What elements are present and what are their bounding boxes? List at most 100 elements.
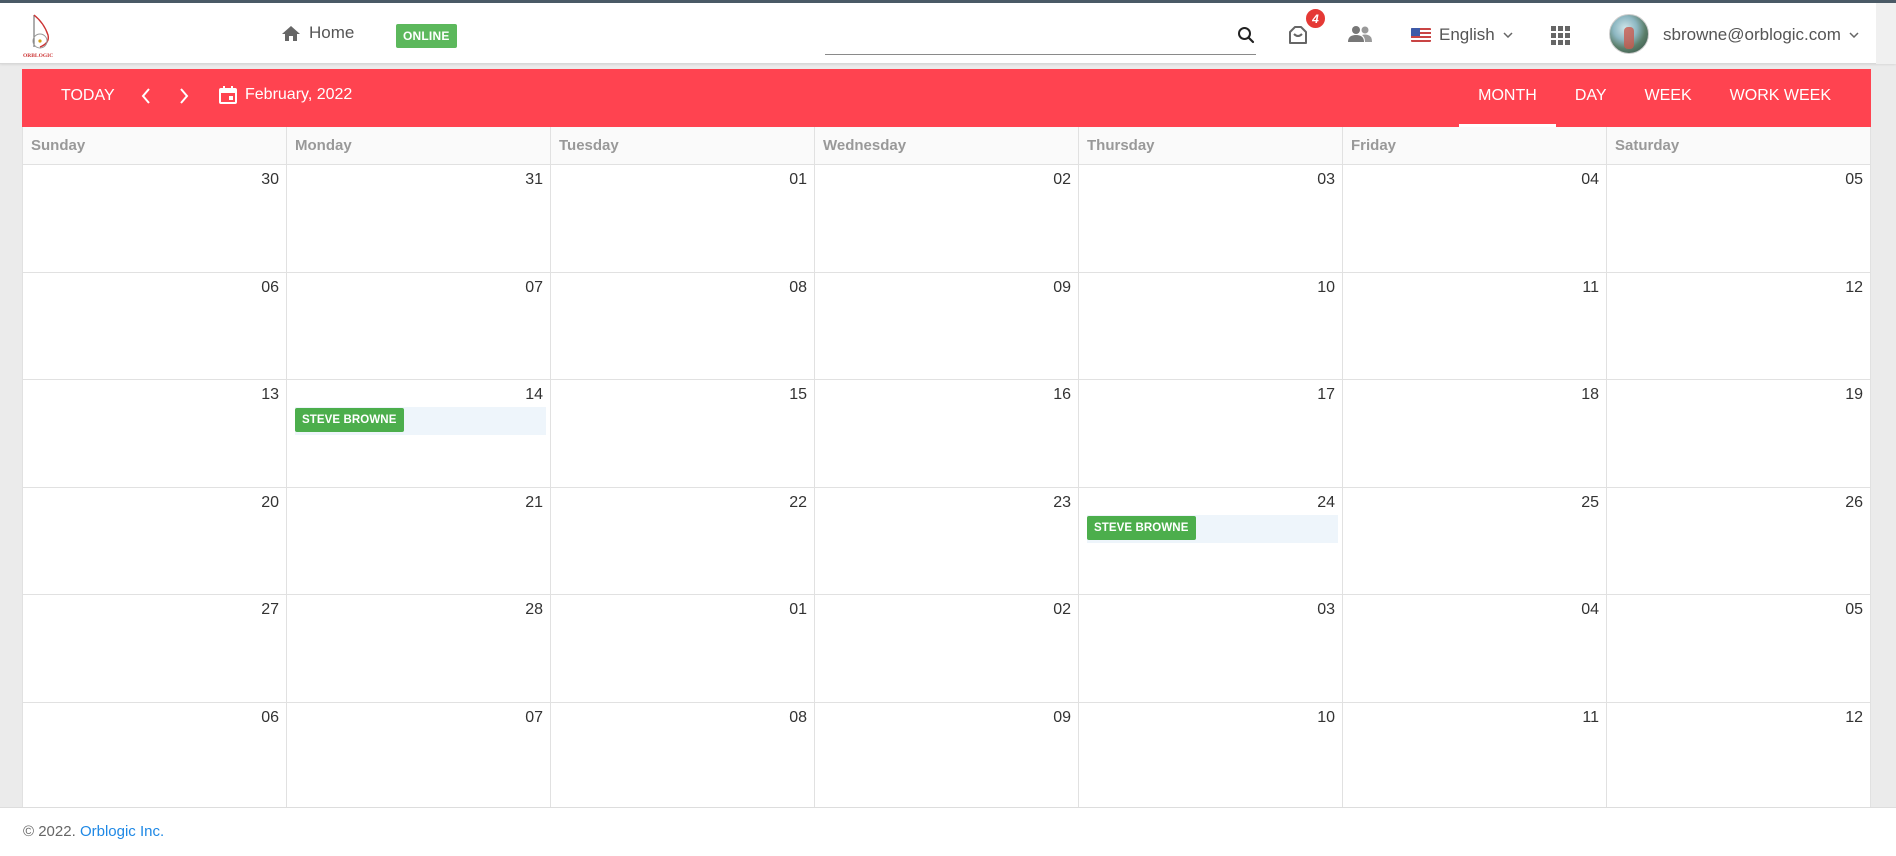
day-cell[interactable]: 20 (23, 487, 287, 595)
day-cell[interactable]: 10 (1079, 272, 1343, 380)
day-number[interactable]: 07 (525, 709, 543, 727)
prev-button[interactable] (141, 87, 151, 110)
today-button[interactable]: TODAY (61, 87, 115, 105)
date-picker-button[interactable]: February, 2022 (219, 86, 352, 104)
day-cell[interactable]: 16 (815, 380, 1079, 488)
day-cell[interactable]: 19 (1607, 380, 1871, 488)
day-number[interactable]: 10 (1317, 279, 1335, 297)
search-icon[interactable] (1237, 26, 1255, 49)
day-cell[interactable]: 08 (551, 702, 815, 810)
day-number[interactable]: 26 (1845, 494, 1863, 512)
day-cell[interactable]: 08 (551, 272, 815, 380)
home-link[interactable]: Home (281, 23, 354, 43)
day-cell[interactable]: 18 (1343, 380, 1607, 488)
day-number[interactable]: 27 (261, 601, 279, 619)
day-cell[interactable]: 12 (1607, 702, 1871, 810)
day-number[interactable]: 18 (1581, 386, 1599, 404)
next-button[interactable] (179, 87, 189, 110)
day-number[interactable]: 07 (525, 279, 543, 297)
day-number[interactable]: 04 (1581, 601, 1599, 619)
day-number[interactable]: 10 (1317, 709, 1335, 727)
day-number[interactable]: 31 (525, 171, 543, 189)
people-icon[interactable] (1347, 25, 1373, 48)
day-number[interactable]: 24 (1317, 494, 1335, 512)
day-number[interactable]: 06 (261, 709, 279, 727)
day-number[interactable]: 16 (1053, 386, 1071, 404)
day-cell[interactable]: 07 (287, 702, 551, 810)
day-cell[interactable]: 31 (287, 165, 551, 273)
day-number[interactable]: 12 (1845, 709, 1863, 727)
day-number[interactable]: 09 (1053, 709, 1071, 727)
day-cell[interactable]: 03 (1079, 165, 1343, 273)
day-cell[interactable]: 21 (287, 487, 551, 595)
day-number[interactable]: 08 (789, 709, 807, 727)
day-cell[interactable]: 17 (1079, 380, 1343, 488)
day-cell[interactable]: 04 (1343, 595, 1607, 703)
day-cell[interactable]: 07 (287, 272, 551, 380)
day-cell[interactable]: 06 (23, 272, 287, 380)
day-number[interactable]: 08 (789, 279, 807, 297)
day-number[interactable]: 05 (1845, 171, 1863, 189)
day-number[interactable]: 28 (525, 601, 543, 619)
day-cell[interactable]: 01 (551, 165, 815, 273)
day-number[interactable]: 01 (789, 601, 807, 619)
day-cell[interactable]: 11 (1343, 702, 1607, 810)
avatar[interactable] (1609, 14, 1649, 54)
view-day-tab[interactable]: DAY (1556, 69, 1626, 127)
orblogic-logo[interactable]: ORBLOGIC (22, 11, 62, 59)
day-number[interactable]: 05 (1845, 601, 1863, 619)
day-cell[interactable]: 11 (1343, 272, 1607, 380)
calendar-event[interactable]: STEVE BROWNE (1087, 515, 1196, 540)
day-cell[interactable]: 12 (1607, 272, 1871, 380)
language-selector[interactable]: English (1411, 25, 1513, 45)
day-cell[interactable]: 03 (1079, 595, 1343, 703)
day-cell[interactable]: 15 (551, 380, 815, 488)
day-number[interactable]: 12 (1845, 279, 1863, 297)
day-cell[interactable]: 14 STEVE BROWNE (287, 380, 551, 488)
day-cell[interactable]: 06 (23, 702, 287, 810)
search-input[interactable] (825, 23, 1230, 51)
day-number[interactable]: 19 (1845, 386, 1863, 404)
day-cell[interactable]: 05 (1607, 595, 1871, 703)
day-number[interactable]: 09 (1053, 279, 1071, 297)
day-number[interactable]: 15 (789, 386, 807, 404)
day-number[interactable]: 13 (261, 386, 279, 404)
day-number[interactable]: 04 (1581, 171, 1599, 189)
day-cell[interactable]: 10 (1079, 702, 1343, 810)
day-cell[interactable]: 05 (1607, 165, 1871, 273)
day-number[interactable]: 21 (525, 494, 543, 512)
view-work-week-tab[interactable]: WORK WEEK (1711, 69, 1850, 127)
day-cell[interactable]: 28 (287, 595, 551, 703)
apps-grid-icon[interactable] (1551, 26, 1570, 45)
day-number[interactable]: 25 (1581, 494, 1599, 512)
day-number[interactable]: 23 (1053, 494, 1071, 512)
day-number[interactable]: 02 (1053, 171, 1071, 189)
notification-icon[interactable] (1287, 25, 1309, 50)
day-cell[interactable]: 04 (1343, 165, 1607, 273)
day-number[interactable]: 14 (525, 386, 543, 404)
view-week-tab[interactable]: WEEK (1626, 69, 1711, 127)
day-number[interactable]: 02 (1053, 601, 1071, 619)
scrollbar-track[interactable] (1876, 3, 1896, 64)
day-cell[interactable]: 02 (815, 595, 1079, 703)
view-month-tab[interactable]: MONTH (1459, 69, 1556, 127)
day-number[interactable]: 11 (1582, 709, 1599, 727)
day-cell[interactable]: 09 (815, 272, 1079, 380)
day-number[interactable]: 11 (1582, 279, 1599, 297)
day-number[interactable]: 03 (1317, 171, 1335, 189)
day-number[interactable]: 03 (1317, 601, 1335, 619)
day-cell[interactable]: 24 STEVE BROWNE (1079, 487, 1343, 595)
calendar-event[interactable]: STEVE BROWNE (295, 408, 404, 432)
day-cell[interactable]: 02 (815, 165, 1079, 273)
user-menu[interactable]: sbrowne@orblogic.com (1663, 25, 1859, 45)
day-number[interactable]: 20 (261, 494, 279, 512)
day-cell[interactable]: 01 (551, 595, 815, 703)
day-cell[interactable]: 09 (815, 702, 1079, 810)
day-cell[interactable]: 27 (23, 595, 287, 703)
day-cell[interactable]: 30 (23, 165, 287, 273)
day-number[interactable]: 17 (1317, 386, 1335, 404)
day-number[interactable]: 06 (261, 279, 279, 297)
day-number[interactable]: 01 (789, 171, 807, 189)
day-cell[interactable]: 26 (1607, 487, 1871, 595)
company-link[interactable]: Orblogic Inc. (80, 823, 164, 840)
